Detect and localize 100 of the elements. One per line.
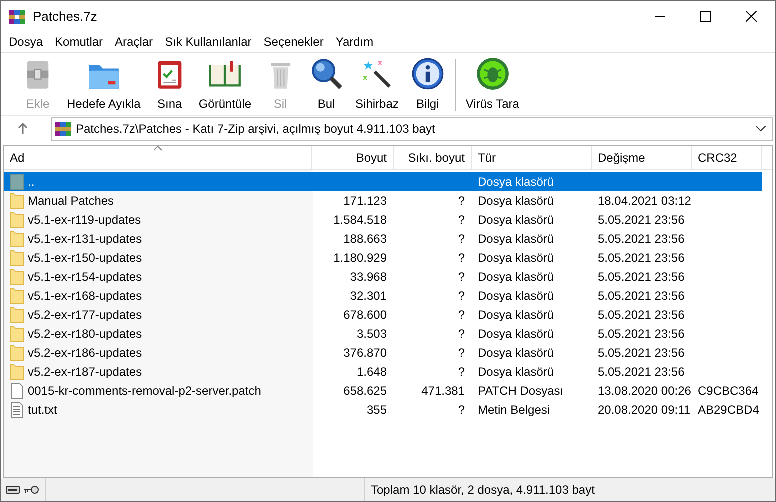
text-file-icon xyxy=(10,402,24,418)
file-row[interactable]: v5.2-ex-r177-updates 678.600 ? Dosya klasörü 5.05.2021 23:56 xyxy=(4,305,762,324)
folder-icon xyxy=(10,212,24,228)
file-row[interactable]: v5.1-ex-r131-updates 188.663 ? Dosya klasörü 5.05.2021 23:56 xyxy=(4,229,762,248)
table-cell-text: 5.05.2021 23:56 xyxy=(598,364,685,380)
file-row[interactable]: v5.1-ex-r168-updates 32.301 ? Dosya klasörü 5.05.2021 23:56 xyxy=(4,286,762,305)
table-cell-text: 1.584.518 xyxy=(334,212,387,228)
up-arrow-icon[interactable] xyxy=(17,122,29,134)
file-row[interactable]: v5.1-ex-r150-updates 1.180.929 ? Dosya klasörü 5.05.2021 23:56 xyxy=(4,248,762,267)
file-name: .. xyxy=(28,174,35,190)
table-cell-text: 5.05.2021 23:56 xyxy=(598,230,685,248)
column-header[interactable]: Tür xyxy=(472,146,592,169)
window-title: Patches.7z xyxy=(33,8,98,26)
table-cell-text: C9CBC364 xyxy=(698,382,759,400)
folder-icon xyxy=(10,364,24,380)
table-cell-text: 5.05.2021 23:56 xyxy=(598,250,685,266)
table-cell-text: Dosya klasörü xyxy=(478,364,554,380)
file-row[interactable]: v5.2-ex-r187-updates 1.648 ? Dosya klasörü 5.05.2021 23:56 xyxy=(4,362,762,381)
file-row[interactable]: v5.2-ex-r180-updates 3.503 ? Dosya klasörü 5.05.2021 23:56 xyxy=(4,324,762,343)
table-cell-text: ? xyxy=(458,192,465,210)
toolbar-button[interactable]: Virüs Tara xyxy=(460,57,526,113)
file-row[interactable]: Manual Patches 171.123 ? Dosya klasörü 18.04.2021 03:12 xyxy=(4,191,762,210)
file-row[interactable]: .. Dosya klasörü xyxy=(4,172,762,191)
file-row[interactable]: 0015-kr-comments-removal-p2-server.patch 658.625 471.381 PATCH Dosyası 13.08.2020 00:26 C9CBC364 xyxy=(4,381,762,400)
table-cell-text: 1.180.929 xyxy=(334,250,387,266)
table-cell-text: 355 xyxy=(366,402,387,418)
table-cell-text: ? xyxy=(458,268,465,286)
column-header[interactable]: Ad xyxy=(4,146,312,169)
table-cell-text: 13.08.2020 00:26 xyxy=(598,382,692,400)
menu-item[interactable]: Komutlar xyxy=(49,32,110,50)
folder-icon xyxy=(10,306,24,322)
column-header[interactable]: Sıkı. boyut xyxy=(394,146,472,169)
table-cell-text: Dosya klasörü xyxy=(478,306,554,324)
menu-item[interactable]: Araçlar xyxy=(109,32,160,50)
table-cell-text: 1.648 xyxy=(356,364,387,380)
toolbar-button[interactable]: Hedefe Ayıkla xyxy=(61,57,147,113)
file-row[interactable]: v5.1-ex-r119-updates 1.584.518 ? Dosya klasörü 5.05.2021 23:56 xyxy=(4,210,762,229)
table-cell-text: 5.05.2021 23:56 xyxy=(598,212,685,228)
toolbar-button[interactable]: Sihirbaz xyxy=(350,57,405,113)
table-cell-text: Dosya klasörü xyxy=(478,174,554,190)
folder-icon xyxy=(10,326,24,342)
file-name: v5.1-ex-r119-updates xyxy=(28,212,142,228)
toolbar-button[interactable]: Sına xyxy=(146,57,193,113)
file-row[interactable]: tut.txt 355 ? Metin Belgesi 20.08.2020 09:11 AB29CBD4 xyxy=(4,400,762,419)
table-cell-text: ? xyxy=(458,212,465,228)
info-icon xyxy=(410,57,445,91)
menu-item[interactable]: Dosya xyxy=(3,32,50,50)
table-cell-text: 5.05.2021 23:56 xyxy=(598,268,685,286)
table-cell-text: ? xyxy=(458,364,465,380)
table-cell-text: 3.503 xyxy=(356,326,387,342)
file-row[interactable]: v5.1-ex-r154-updates 33.968 ? Dosya klasörü 5.05.2021 23:56 xyxy=(4,267,762,286)
file-name: v5.2-ex-r177-updates xyxy=(28,306,142,324)
folder-icon xyxy=(10,288,24,304)
close-icon[interactable] xyxy=(746,11,757,22)
table-cell-text: ? xyxy=(458,344,465,362)
status-text: Toplam 10 klasör, 2 dosya, 4.911.103 bayt xyxy=(371,482,595,498)
file-name: 0015-kr-comments-removal-p2-server.patch xyxy=(28,382,262,400)
table-cell-text: 5.05.2021 23:56 xyxy=(598,344,685,362)
table-cell-text: Dosya klasörü xyxy=(478,212,554,228)
table-cell-text: 18.04.2021 03:12 xyxy=(598,192,692,210)
table-cell-text: ? xyxy=(458,306,465,324)
folder-icon xyxy=(10,250,24,266)
table-cell-text: 5.05.2021 23:56 xyxy=(598,326,685,342)
column-header[interactable]: CRC32 xyxy=(692,146,762,169)
menu-item[interactable]: Sık Kullanılanlar xyxy=(159,32,258,50)
toolbar-button[interactable]: Görüntüle xyxy=(192,57,258,113)
file-icon xyxy=(10,382,24,398)
toolbar-button[interactable]: Bilgi xyxy=(404,57,451,113)
column-header[interactable]: Değişme xyxy=(592,146,692,169)
column-header[interactable]: Boyut xyxy=(312,146,394,169)
file-name: v5.1-ex-r154-updates xyxy=(28,268,142,286)
file-name: v5.2-ex-r187-updates xyxy=(28,364,142,380)
folder-icon xyxy=(10,192,24,208)
maximize-icon[interactable] xyxy=(700,11,711,22)
key-icon xyxy=(24,486,40,494)
folder-icon xyxy=(10,344,24,360)
file-name: v5.1-ex-r131-updates xyxy=(28,230,142,248)
table-cell-text: 188.663 xyxy=(344,230,387,248)
folder-icon xyxy=(10,174,24,190)
menu-item[interactable]: Seçenekler xyxy=(258,32,330,50)
table-cell-text: 32.301 xyxy=(350,288,387,304)
toolbar-button[interactable]: Bul xyxy=(304,57,350,113)
table-cell-text: 678.600 xyxy=(344,306,387,324)
table-cell-text: ? xyxy=(458,402,465,418)
dropdown-caret-icon[interactable] xyxy=(756,126,766,132)
table-cell-text: ? xyxy=(458,230,465,248)
table-cell-text: Dosya klasörü xyxy=(478,288,554,304)
address-field[interactable]: Patches.7z\Patches - Katı 7-Zip arşivi, açılmış boyut 4.911.103 bayt xyxy=(51,116,773,140)
table-cell-text: ? xyxy=(458,250,465,266)
sort-caret-icon xyxy=(154,146,162,151)
table-cell-text: 20.08.2020 09:11 xyxy=(598,402,691,418)
table-cell-text: PATCH Dosyası xyxy=(478,382,564,400)
table-cell-text: 33.968 xyxy=(350,268,387,286)
file-row[interactable]: v5.2-ex-r186-updates 376.870 ? Dosya klasörü 5.05.2021 23:56 xyxy=(4,343,762,362)
table-cell-text: 658.625 xyxy=(344,382,387,400)
table-cell-text: Dosya klasörü xyxy=(478,326,554,342)
table-cell-text: Dosya klasörü xyxy=(478,192,554,210)
menu-item[interactable]: Yardım xyxy=(330,32,380,50)
file-name: v5.1-ex-r168-updates xyxy=(28,288,142,304)
table-cell-text: ? xyxy=(458,326,465,342)
